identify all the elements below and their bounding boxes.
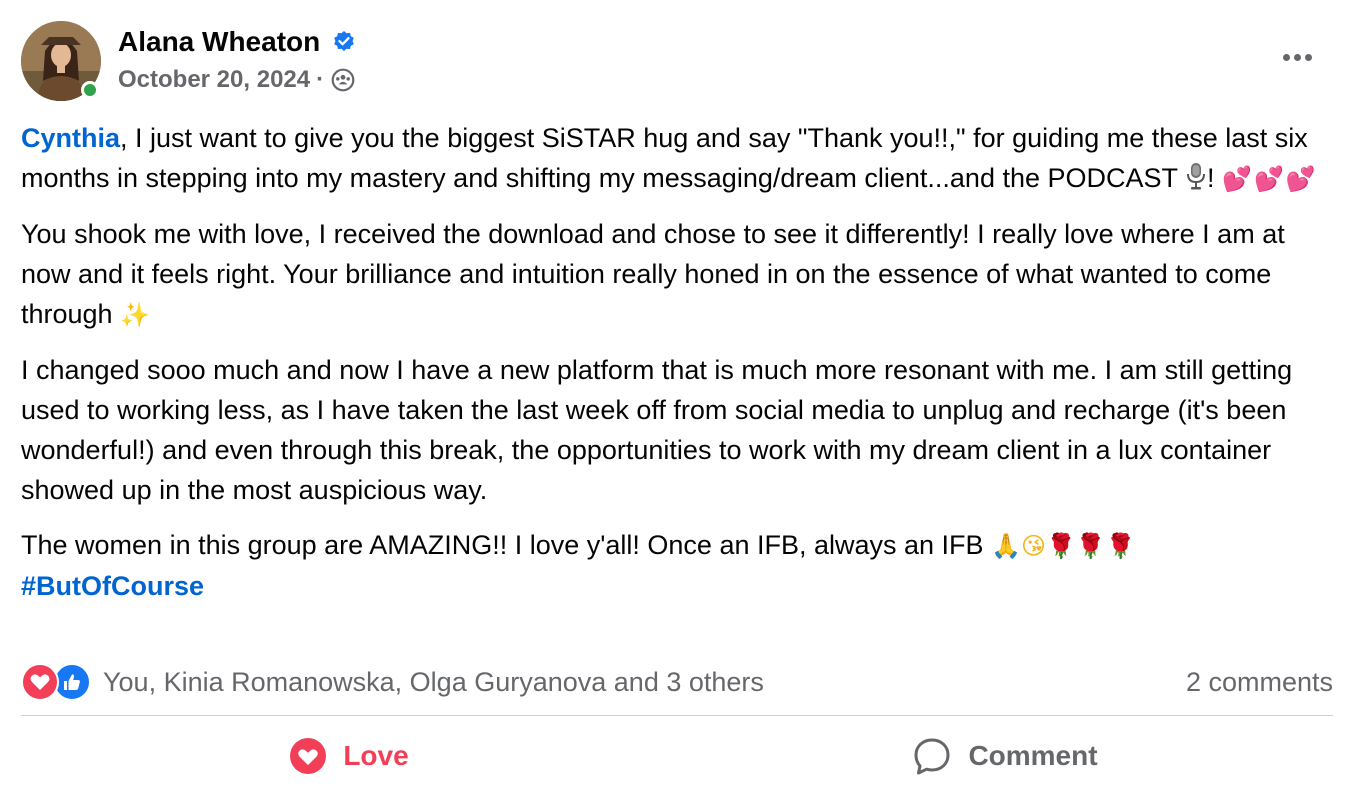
- author-name[interactable]: Alana Wheaton: [118, 26, 320, 58]
- paragraph-text: I changed sooo much and now I have a new…: [21, 355, 1293, 505]
- folded-hands-emoji: 🙏: [991, 532, 1021, 560]
- love-button[interactable]: Love: [21, 726, 677, 786]
- more-options-icon-dot: [1293, 53, 1301, 61]
- post-paragraph-1: Cynthia, I just want to give you the big…: [21, 118, 1341, 199]
- post-meta: October 20, 2024 ·: [118, 66, 356, 94]
- reaction-icons[interactable]: [21, 663, 91, 701]
- paragraph-text: , I just want to give you the biggest Si…: [21, 123, 1308, 193]
- two-hearts-emoji: 💕💕💕: [1222, 165, 1318, 193]
- more-options-icon-dot: [1304, 53, 1312, 61]
- paragraph-text: The women in this group are AMAZING!! I …: [21, 530, 984, 560]
- reactors-list[interactable]: You, Kinia Romanowska, Olga Guryanova an…: [103, 667, 764, 698]
- author-avatar[interactable]: [21, 21, 101, 101]
- sparkles-emoji: ✨: [120, 301, 150, 329]
- post-paragraph-2: You shook me with love, I received the d…: [21, 214, 1341, 335]
- group-audience-icon: [331, 68, 355, 92]
- reactions-summary: You, Kinia Romanowska, Olga Guryanova an…: [21, 660, 1333, 704]
- more-options-button[interactable]: [1276, 42, 1318, 72]
- love-icon: [290, 738, 327, 774]
- paragraph-text: !: [1207, 163, 1215, 193]
- verified-badge-icon: [334, 31, 355, 51]
- post-author: Alana Wheaton: [118, 26, 356, 58]
- comment-button[interactable]: Comment: [677, 726, 1333, 786]
- online-status-dot: [81, 81, 99, 99]
- comments-count[interactable]: 2 comments: [1186, 667, 1333, 698]
- mention-link[interactable]: Cynthia: [21, 123, 120, 153]
- love-reaction-icon: [21, 663, 59, 701]
- post-date[interactable]: October 20, 2024: [118, 66, 310, 94]
- post-paragraph-3: I changed sooo much and now I have a new…: [21, 350, 1341, 510]
- hashtag-link[interactable]: #ButOfCourse: [21, 571, 204, 601]
- post-actions: Love Comment: [21, 726, 1333, 786]
- kiss-face-emoji: 😘: [1020, 532, 1046, 560]
- actions-divider: [21, 715, 1333, 716]
- comment-bubble-icon: [914, 738, 950, 775]
- post-paragraph-4: The women in this group are AMAZING!! I …: [21, 525, 1341, 606]
- meta-separator: ·: [316, 66, 325, 93]
- comment-button-label: Comment: [968, 740, 1098, 771]
- post-body: Cynthia, I just want to give you the big…: [21, 118, 1341, 606]
- love-button-label: Love: [343, 740, 409, 771]
- more-options-icon: [1282, 53, 1290, 61]
- post-card: Alana Wheaton October 20, 2024 · Cynthia…: [0, 0, 1364, 802]
- paragraph-text: You shook me with love, I received the d…: [21, 219, 1285, 329]
- microphone-icon: [1187, 163, 1206, 190]
- rose-emoji: 🌹🌹🌹: [1046, 532, 1136, 560]
